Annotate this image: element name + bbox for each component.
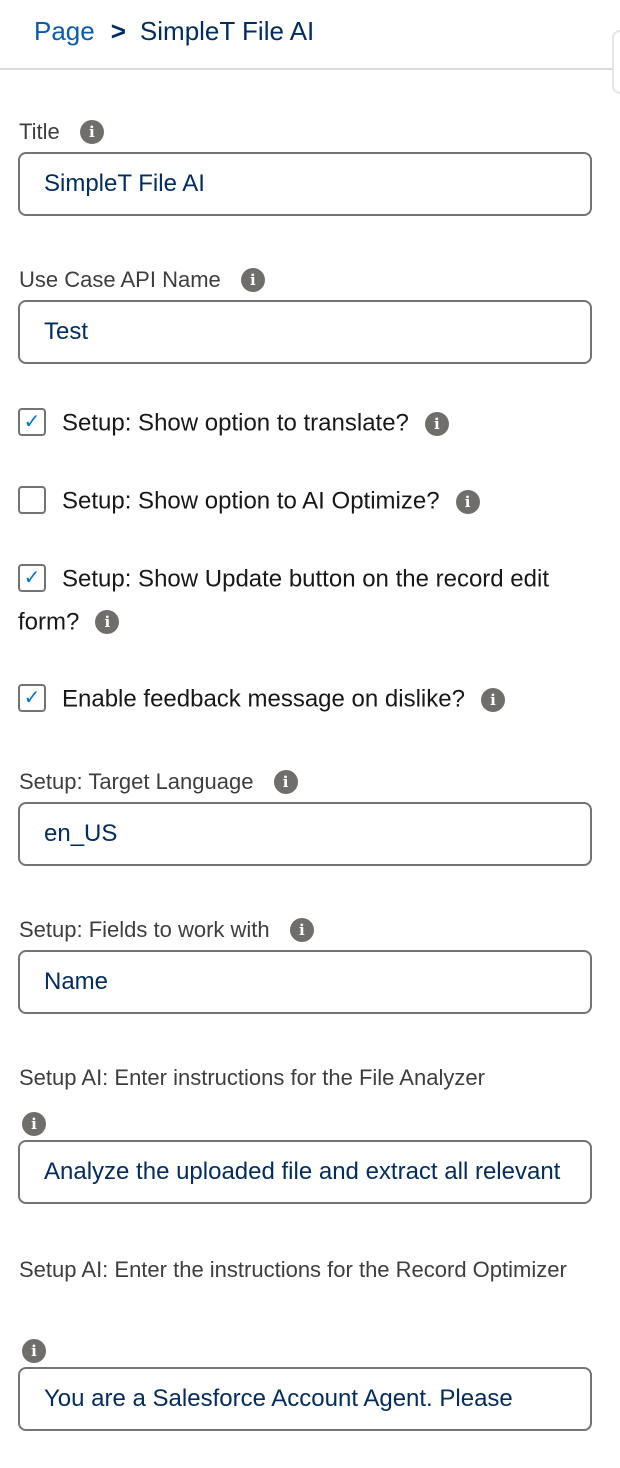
info-icon[interactable]: i <box>480 687 505 712</box>
target-language-label-text: Setup: Target Language <box>19 769 254 795</box>
info-icon[interactable]: i <box>273 770 298 795</box>
use-case-field-box <box>18 300 592 364</box>
title-field-box <box>18 152 592 216</box>
use-case-input[interactable] <box>20 302 590 362</box>
info-icon[interactable]: i <box>22 1112 46 1136</box>
checkbox-label-ai-optimize: Setup: Show option to AI Optimize? <box>62 487 440 515</box>
record-optimizer-label-text: Setup AI: Enter the instructions for the… <box>19 1257 567 1282</box>
info-icon[interactable]: i <box>22 1339 46 1363</box>
breadcrumb-separator: > <box>110 16 126 46</box>
file-analyzer-field-box <box>18 1140 592 1204</box>
file-analyzer-label-text: Setup AI: Enter instructions for the Fil… <box>19 1065 485 1091</box>
info-icon[interactable]: i <box>455 489 480 514</box>
checkbox-row-ai-optimize[interactable]: Setup: Show option to AI Optimize? i <box>18 480 598 523</box>
info-icon[interactable]: i <box>95 610 120 635</box>
info-icon[interactable]: i <box>79 120 104 145</box>
target-language-label: Setup: Target Language i <box>19 766 298 797</box>
title-input[interactable] <box>20 154 590 214</box>
breadcrumb-link-page[interactable]: Page <box>34 16 95 46</box>
checkbox-update-button[interactable]: ✓ <box>18 563 46 592</box>
record-optimizer-field-box <box>18 1367 592 1431</box>
checkbox-label-translate: Setup: Show option to translate? <box>62 409 409 437</box>
record-optimizer-label: Setup AI: Enter the instructions for the… <box>19 1252 579 1288</box>
fields-to-work-field-box <box>18 950 592 1014</box>
target-language-field-box <box>18 802 592 866</box>
target-language-input[interactable] <box>20 804 590 864</box>
fields-to-work-input[interactable] <box>20 952 590 1012</box>
checkbox-ai-optimize[interactable] <box>18 485 46 514</box>
checkbox-row-translate[interactable]: ✓ Setup: Show option to translate? i <box>18 402 598 445</box>
record-optimizer-input[interactable] <box>20 1369 590 1429</box>
use-case-label: Use Case API Name i <box>19 264 265 295</box>
checkbox-feedback[interactable]: ✓ <box>18 683 46 712</box>
info-icon[interactable]: i <box>240 268 265 293</box>
breadcrumb: Page > SimpleT File AI <box>34 14 314 48</box>
header: Page > SimpleT File AI <box>0 0 620 70</box>
checkbox-row-update-button[interactable]: ✓ Setup: Show Update button on the record… <box>18 558 598 643</box>
title-label: Title i <box>19 116 104 147</box>
checkbox-row-feedback[interactable]: ✓ Enable feedback message on dislike? i <box>18 678 598 721</box>
info-icon[interactable]: i <box>289 918 314 943</box>
title-label-text: Title <box>19 119 60 145</box>
file-analyzer-label: Setup AI: Enter instructions for the Fil… <box>19 1062 485 1093</box>
info-icon[interactable]: i <box>424 411 449 436</box>
checkbox-translate[interactable]: ✓ <box>18 407 46 436</box>
breadcrumb-current: SimpleT File AI <box>139 16 315 46</box>
fields-to-work-label-text: Setup: Fields to work with <box>19 917 270 943</box>
checkbox-label-feedback: Enable feedback message on dislike? <box>62 685 465 713</box>
use-case-label-text: Use Case API Name <box>19 267 221 293</box>
file-analyzer-input[interactable] <box>20 1142 590 1202</box>
fields-to-work-label: Setup: Fields to work with i <box>19 914 314 945</box>
scrollbar-handle[interactable] <box>612 30 620 94</box>
